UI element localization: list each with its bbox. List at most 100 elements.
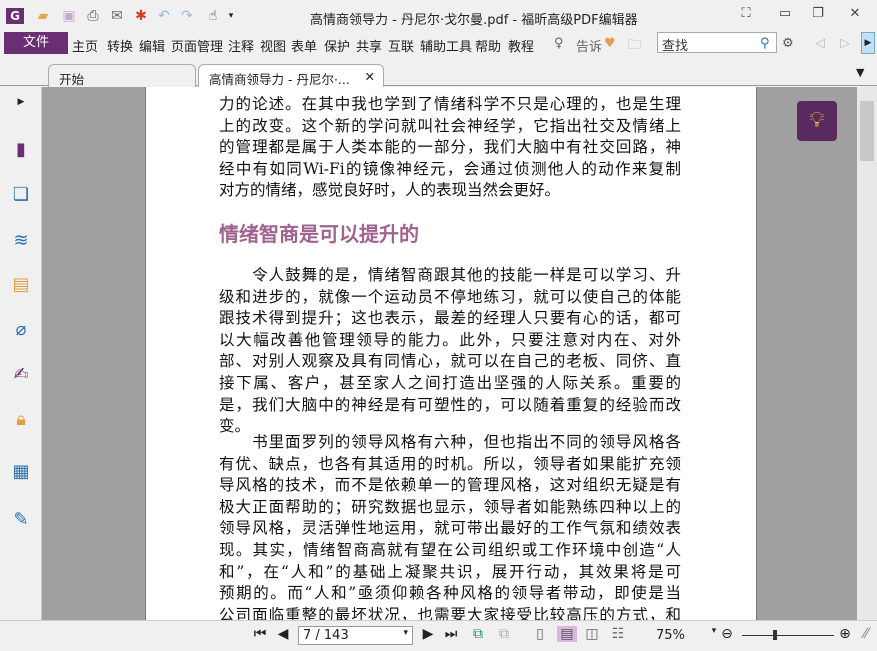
menu-home[interactable]: 主页 <box>72 36 98 55</box>
menu-help[interactable]: 帮助 <box>475 36 501 55</box>
file-menu-button[interactable]: 文件 <box>4 32 68 54</box>
text-line: 是，我们大脑中的神经是有可塑性的，可以随着重复的经验而改 <box>219 395 681 414</box>
text-line: 预期的。而“人和”亟须仰赖各种风格的领导者带动，即使是当 <box>219 584 681 603</box>
close-button[interactable]: ✕ <box>845 6 865 24</box>
text-line: 力的论述。在其中我也学到了情绪科学不只是心理的，也是生理 <box>219 95 681 113</box>
menu-accessibility[interactable]: 辅助工具 <box>420 36 472 55</box>
redo-icon[interactable]: ↷ <box>178 8 196 24</box>
text-line: 部、对别人观察及具有同情心，就可以在自己的老板、同侪、直 <box>219 352 681 371</box>
tab-document[interactable]: 高情商领导力 - 丹尼尔·... ✕ <box>198 64 384 88</box>
zoom-slider-handle[interactable] <box>773 630 777 640</box>
close-tab-icon[interactable]: ✕ <box>365 69 375 84</box>
next-icon[interactable]: ▷ <box>840 36 850 51</box>
text-line: 导风格的技术，而不是依赖单一的管理风格，这对组织无疑是有 <box>219 476 681 495</box>
signature-icon[interactable]: ✍ <box>10 364 32 386</box>
fullscreen-icon[interactable]: ⛶ <box>736 6 756 24</box>
zoom-slider[interactable] <box>742 635 834 636</box>
comments-icon[interactable]: ▤ <box>10 274 32 296</box>
menu-form[interactable]: 表单 <box>291 36 317 55</box>
zoom-level[interactable]: 75% <box>656 628 685 643</box>
text-line: 对方的情绪，感觉良好时，人的表现当然会更好。 <box>219 181 561 200</box>
text-line: 令人鼓舞的是，情绪智商跟其他的技能一样是可以学习、升 <box>219 266 681 284</box>
page-number-input[interactable]: 7 / 143 ▾ <box>298 626 413 645</box>
page-thumbnails-icon[interactable]: ▮ <box>10 139 32 161</box>
menu-convert[interactable]: 转换 <box>107 36 133 55</box>
text-line: 和”，在“人和”的基础上凝聚共识，展开行动，其效果将是可 <box>219 562 681 581</box>
resize-grip-icon[interactable]: ⁄⁄ <box>858 626 874 642</box>
menu-connect[interactable]: 互联 <box>388 36 414 55</box>
restore-button[interactable]: ❐ <box>808 6 828 24</box>
menu-edit[interactable]: 编辑 <box>139 36 165 55</box>
zoom-out-icon[interactable]: ⊖ <box>719 626 735 642</box>
security-lock-icon[interactable]: 🔒︎ <box>10 409 32 431</box>
tell-me-button[interactable]: 告诉 <box>576 36 602 55</box>
zoom-in-icon[interactable]: ⊕ <box>837 626 853 642</box>
previous-icon[interactable]: ◁ <box>815 36 825 51</box>
layers-icon[interactable]: ≋ <box>10 230 32 252</box>
minimize-button[interactable]: ▭ <box>775 6 795 24</box>
settings-gear-icon[interactable]: ⚙ <box>782 36 794 51</box>
document-viewer[interactable]: 力的论述。在其中我也学到了情绪科学不只是心理的，也是生理 上的改变。这个新的学问就… <box>42 87 857 620</box>
new-document-icon[interactable]: ✱ <box>132 8 150 24</box>
next-view-icon[interactable]: ⧉ <box>496 626 512 642</box>
print-icon[interactable]: ⎙ <box>84 8 102 24</box>
tab-list-dropdown-icon[interactable]: ▼ <box>856 66 864 79</box>
form-fields-icon[interactable]: ▦ <box>10 461 32 483</box>
single-page-icon[interactable]: ▯ <box>532 626 548 642</box>
save-icon[interactable]: ▣ <box>60 8 78 24</box>
text-line: 接下属、客户，甚至家人之间打造出坚强的人际关系。重要的 <box>219 374 681 392</box>
lightbulb-icon: ♀ <box>554 36 564 51</box>
scrollbar-thumb[interactable] <box>860 101 874 161</box>
text-line: 的管理都是属于人类本能的一部分，我们大脑中有社交回路，神 <box>219 138 681 157</box>
text-line: 有优、缺点，也各有其适用的时机。所以，领导者如果能扩充领 <box>219 454 681 473</box>
previous-view-icon[interactable]: ⧉ <box>470 626 486 642</box>
page-number-value: 7 / 143 <box>303 628 349 643</box>
previous-page-icon[interactable]: ◀ <box>275 626 291 642</box>
ribbon-scroll-right-button[interactable]: ▶ <box>861 32 875 54</box>
text-line: 现。其实，情绪智商高就有望在公司组织或工作环境中创造“人 <box>219 541 681 559</box>
pages-icon[interactable]: ❏ <box>10 184 32 206</box>
next-page-icon[interactable]: ▶ <box>420 626 436 642</box>
search-icon[interactable]: ⚲ <box>760 36 770 51</box>
tab-start[interactable]: 开始 <box>48 64 196 87</box>
menu-protect[interactable]: 保护 <box>324 36 350 55</box>
customize-dropdown-icon[interactable]: ▾ <box>222 8 240 24</box>
text-line: 以大幅改善他管理领导的能力。此外，只要注意对内在、对外 <box>219 330 681 349</box>
continuous-facing-icon[interactable]: ☷ <box>610 626 626 642</box>
expand-panel-icon[interactable]: ▶ <box>10 91 32 113</box>
menu-view[interactable]: 视图 <box>260 36 286 55</box>
tips-lightbulb-button[interactable]: 💡︎ <box>797 101 837 141</box>
search-input[interactable]: 查找 <box>657 32 777 54</box>
menu-share[interactable]: 共享 <box>356 36 382 55</box>
menu-tutorial[interactable]: 教程 <box>508 36 534 55</box>
window-title: 高情商领导力 - 丹尼尔·戈尔曼.pdf - 福昕高级PDF编辑器 <box>310 13 638 28</box>
certificate-icon[interactable]: ✎ <box>10 509 32 531</box>
last-page-icon[interactable]: ⏭ <box>443 626 459 642</box>
text-line: 上的改变。这个新的学问就叫社会神经学，它指出社交及情绪上 <box>219 116 681 135</box>
menu-comment[interactable]: 注释 <box>228 36 254 55</box>
text-line: 书里面罗列的领导风格有六种，但也指出不同的领导风格各 <box>219 433 681 451</box>
text-line: 极大正面帮助的；研究数据也显示，领导者如能熟练四种以上的 <box>219 497 681 516</box>
email-icon[interactable]: ✉ <box>108 8 126 24</box>
app-logo-icon: G <box>6 8 24 24</box>
text-line: 公司面临重整的最坏状况，也需要大家接受比较高压的方式，和 <box>219 605 681 620</box>
title-bar: G ▰ ▣ ⎙ ✉ ✱ ↶ ↷ ☝ ▾ 高情商领导力 - 丹尼尔·戈尔曼.pdf… <box>0 0 877 32</box>
first-page-icon[interactable]: ⏮ <box>252 626 268 642</box>
text-line: 跟技术得到提升；这也表示，最差的经理人只要有心的话，都可 <box>219 309 681 328</box>
favorite-icon[interactable]: ♥ <box>604 36 616 51</box>
undo-icon[interactable]: ↶ <box>155 8 173 24</box>
pdf-page: 力的论述。在其中我也学到了情绪科学不只是心理的，也是生理 上的改变。这个新的学问就… <box>145 87 757 620</box>
menu-page-management[interactable]: 页面管理 <box>171 36 223 55</box>
text-line: 领导风格，灵活弹性地运用，就可带出最好的工作气氛和绩效表 <box>219 519 681 538</box>
vertical-scrollbar[interactable] <box>857 87 877 620</box>
facing-pages-icon[interactable]: ◫ <box>584 626 600 642</box>
navigation-panel: ▶ ▮ ❏ ≋ ▤ ⌀ ✍ 🔒︎ ▦ ✎ <box>0 87 42 620</box>
attachments-icon[interactable]: ⌀ <box>10 319 32 341</box>
section-heading: 情绪智商是可以提升的 <box>219 222 419 246</box>
continuous-page-icon[interactable]: ▤ <box>557 626 577 642</box>
hand-tool-icon[interactable]: ☝ <box>204 8 222 24</box>
open-folder-icon[interactable]: ▰ <box>34 8 52 24</box>
search-folder-icon[interactable]: 🗀 <box>628 36 641 58</box>
tab-document-label: 高情商领导力 - 丹尼尔·... <box>209 72 350 87</box>
text-line: 级和进步的，就像一个运动员不停地练习，就可以使自己的体能 <box>219 287 681 306</box>
